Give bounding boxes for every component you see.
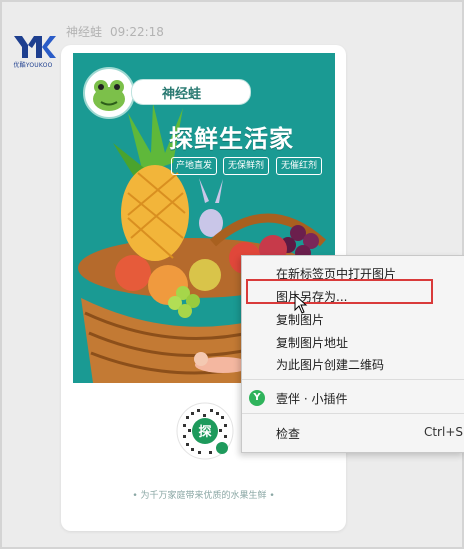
menu-item-yiban-extension[interactable]: Y 壹伴 · 小插件	[242, 387, 464, 409]
tag-no-preservative: 无保鲜剂	[223, 157, 270, 175]
message-header: 神经蛙 09:22:18	[66, 23, 164, 40]
menu-item-copy-image-address[interactable]: 复制图片地址	[242, 331, 464, 353]
message-time: 09:22:18	[110, 25, 164, 39]
inspect-shortcut: Ctrl+S	[423, 425, 463, 439]
poster-headline: 探鲜生活家	[169, 125, 294, 153]
menu-item-open-image-new-tab[interactable]: 在新标签页中打开图片	[242, 262, 464, 284]
sender-name: 神经蛙	[66, 25, 103, 39]
logo-caption: 优酷YOUKOO	[13, 62, 53, 69]
profile-name-pill: 神经蛙	[131, 79, 251, 105]
tag-no-ripening-agent: 无催红剂	[276, 157, 323, 175]
menu-item-create-qr-code[interactable]: 为此图片创建二维码	[242, 353, 464, 375]
qr-center-char: 探	[198, 424, 211, 440]
yiban-extension-icon: Y	[249, 390, 265, 406]
youkoo-logo-icon	[14, 36, 56, 58]
menu-item-save-image-as[interactable]: 图片另存为...	[242, 285, 464, 307]
menu-item-copy-image[interactable]: 复制图片	[242, 308, 464, 330]
menu-separator	[242, 413, 464, 414]
mini-program-qr-code: 探	[176, 402, 234, 460]
frog-avatar	[83, 67, 135, 119]
poster-slogan: • 为千万家庭带来优质的水果生鲜 •	[132, 491, 275, 501]
sender-avatar[interactable]: 优酷YOUKOO	[8, 33, 58, 69]
tag-origin-direct: 产地直发	[171, 157, 218, 175]
profile-name: 神经蛙	[162, 87, 202, 102]
mouse-cursor-icon	[294, 294, 308, 314]
menu-separator	[242, 379, 464, 380]
frog-icon	[93, 80, 125, 111]
menu-item-inspect[interactable]: 检查 Ctrl+S	[242, 422, 464, 444]
image-context-menu: 在新标签页中打开图片 图片另存为... 复制图片 复制图片地址 为此图片创建二维…	[241, 255, 464, 453]
